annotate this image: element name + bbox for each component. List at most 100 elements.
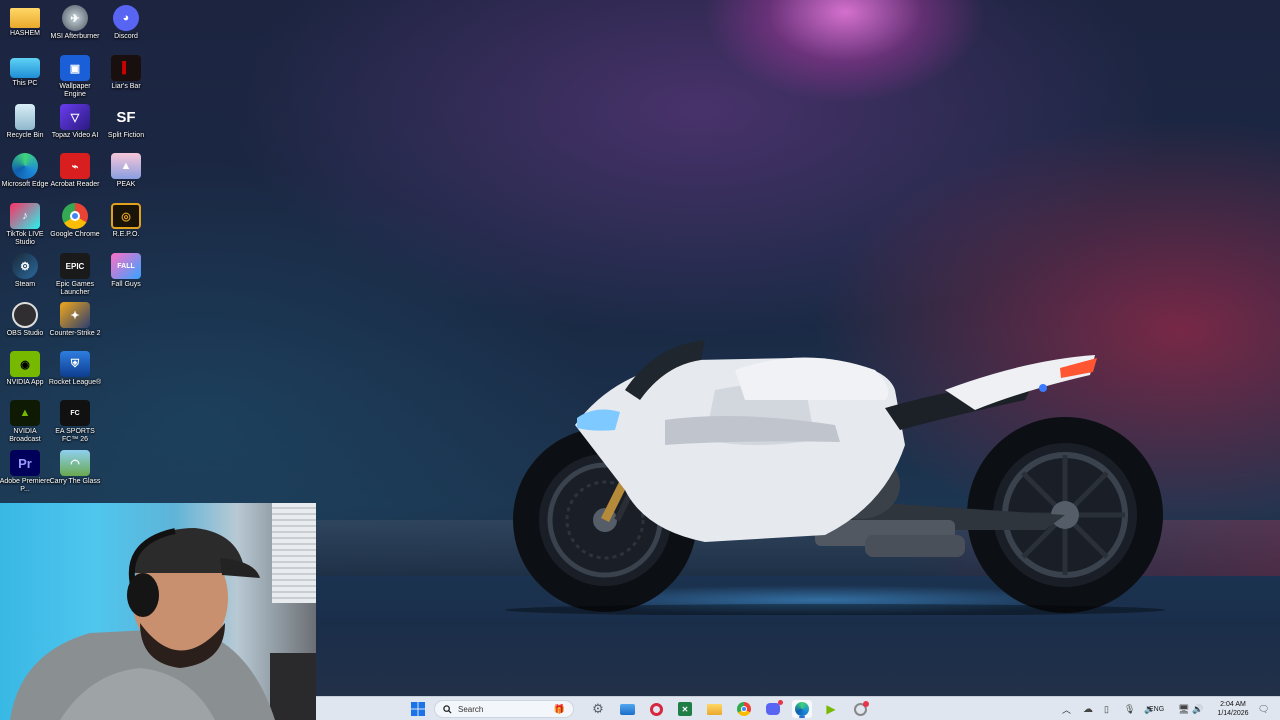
split-fiction-icon: SF: [116, 108, 136, 126]
taskbar-excel[interactable]: ✕: [675, 700, 695, 718]
steam-icon: ⚙: [12, 253, 38, 279]
taskbar-photos[interactable]: [617, 700, 637, 718]
taskbar-snipping-tool[interactable]: [850, 700, 870, 718]
desktop-icon-repo[interactable]: ◎ R.E.P.O.: [101, 203, 151, 251]
red-circle-app-icon: [649, 702, 663, 716]
topaz-video-ai-icon: ▽: [60, 104, 90, 130]
desktop-icon-nvidia-app[interactable]: ◉ NVIDIA App: [0, 351, 50, 399]
start-button[interactable]: [408, 700, 428, 718]
tray-microphone[interactable]: 🎙: [1124, 697, 1135, 720]
premiere-pro-icon: Pr: [10, 450, 40, 476]
desktop-icon-split-fiction[interactable]: SF Split Fiction: [101, 104, 151, 152]
this-pc-icon: [10, 58, 40, 78]
desktop-icon-ea-sports-fc[interactable]: FC EA SPORTS FC™ 26: [50, 400, 100, 448]
notification-icon: 🗨: [1258, 703, 1270, 714]
folder-icon: [706, 703, 722, 715]
taskbar-clock[interactable]: 2:04 AM 1/14/2026: [1208, 700, 1258, 718]
taskbar-discord[interactable]: [763, 700, 783, 718]
desktop-icon-topaz-video-ai[interactable]: ▽ Topaz Video AI: [50, 104, 100, 152]
discord-icon: [766, 700, 783, 715]
desktop-icon-acrobat-reader[interactable]: ⌁ Acrobat Reader: [50, 153, 100, 201]
taskbar: Search 🎁 ⚙ ✕ ▶ ︿ ☁ ▯ 🎙 🔈 ENG 🖥 🔊 2:04 AM…: [316, 696, 1280, 720]
speaker-icon: 🔊: [1192, 703, 1204, 714]
tray-usb[interactable]: ▯: [1104, 697, 1109, 720]
webcam-overlay: [0, 503, 316, 720]
wallpaper-engine-icon: ▣: [60, 55, 90, 81]
desktop-icon-steam[interactable]: ⚙ Steam: [0, 253, 50, 301]
windows-start-icon: [411, 702, 425, 716]
desktop-icon-liars-bar[interactable]: ▌ Liar's Bar: [101, 55, 151, 103]
desktop-icon-grid: HASHEM This PC Recycle Bin Microsoft Edg…: [0, 0, 160, 505]
carry-the-glass-icon: ◠: [60, 450, 90, 476]
edge-icon: [12, 153, 38, 179]
search-placeholder: Search: [458, 704, 484, 714]
desktop-icon-counter-strike[interactable]: ✦ Counter-Strike 2: [50, 302, 100, 350]
tray-speaker[interactable]: 🔊: [1192, 697, 1203, 720]
discord-icon: ◕: [113, 5, 139, 31]
photos-icon: [619, 703, 635, 715]
rocket-league-icon: ⛨: [60, 351, 90, 377]
folder-icon: [10, 8, 40, 28]
desktop-icon-microsoft-edge[interactable]: Microsoft Edge: [0, 153, 50, 201]
taskbar-nvidia-broadcast[interactable]: ▶: [821, 700, 841, 718]
search-box[interactable]: Search 🎁: [434, 700, 574, 718]
fall-guys-icon: FALL: [111, 253, 141, 279]
edge-icon: [795, 702, 809, 716]
chrome-icon: [737, 702, 751, 716]
excel-icon: ✕: [678, 702, 692, 716]
desktop-icon-google-chrome[interactable]: Google Chrome: [50, 203, 100, 251]
desktop-icon-nvidia-broadcast[interactable]: ▲ NVIDIA Broadcast: [0, 400, 50, 448]
usb-device-icon: ▯: [1104, 703, 1109, 714]
clock-date: 1/14/2026: [1217, 710, 1249, 717]
desktop-icon-discord[interactable]: ◕ Discord: [101, 5, 151, 53]
repo-icon: ◎: [111, 203, 141, 229]
desktop-icon-carry-the-glass[interactable]: ◠ Carry The Glass: [50, 450, 100, 498]
recycle-bin-icon: [15, 104, 35, 130]
acrobat-reader-icon: ⌁: [60, 153, 90, 179]
cloud-icon: ☁: [1083, 703, 1093, 715]
chevron-up-icon: ︿: [1062, 704, 1072, 715]
desktop-icon-peak[interactable]: ▲ PEAK: [101, 153, 151, 201]
clock-time: 2:04 AM: [1220, 701, 1246, 708]
desktop-icon-premiere-pro[interactable]: Pr Adobe Premiere P...: [0, 450, 50, 498]
tray-network[interactable]: 🖥: [1178, 697, 1189, 720]
search-highlight-icon: 🎁: [553, 704, 565, 714]
taskbar-file-explorer[interactable]: [704, 700, 724, 718]
desktop-icon-hashem[interactable]: HASHEM: [0, 5, 50, 53]
taskbar-red-app[interactable]: [646, 700, 666, 718]
nvidia-app-icon: ◉: [10, 351, 40, 377]
taskbar-edge[interactable]: [792, 700, 812, 718]
liars-bar-icon: ▌: [111, 55, 141, 81]
chrome-icon: [62, 203, 88, 229]
gear-icon: ⚙: [592, 701, 604, 716]
desktop-icon-recycle-bin[interactable]: Recycle Bin: [0, 104, 50, 152]
ea-sports-fc-icon: FC: [60, 400, 90, 426]
motorcycle-image: [505, 340, 1165, 615]
obs-studio-icon: [12, 302, 38, 328]
desktop-icon-msi-afterburner[interactable]: ✈ MSI Afterburner: [50, 5, 100, 53]
nvidia-broadcast-icon: ▲: [10, 400, 40, 426]
streamer-image: [10, 528, 316, 720]
tiktok-live-studio-icon: ♪: [10, 203, 40, 229]
peak-icon: ▲: [111, 153, 141, 179]
epic-games-icon: EPIC: [60, 253, 90, 279]
desktop-icon-fall-guys[interactable]: FALL Fall Guys: [101, 253, 151, 301]
nvidia-broadcast-icon: ▶: [826, 702, 836, 716]
counter-strike-icon: ✦: [60, 302, 90, 328]
tray-overflow-chevron[interactable]: ︿: [1062, 697, 1071, 720]
tray-onedrive[interactable]: ☁: [1083, 697, 1093, 720]
tray-language[interactable]: ENG: [1149, 697, 1164, 720]
msi-afterburner-icon: ✈: [62, 5, 88, 31]
search-icon: [443, 704, 452, 714]
tray-notifications[interactable]: 🗨: [1258, 697, 1269, 720]
desktop-icon-obs-studio[interactable]: OBS Studio: [0, 302, 50, 350]
taskbar-settings[interactable]: ⚙: [588, 700, 608, 718]
desktop-icon-wallpaper-engine[interactable]: ▣ Wallpaper Engine: [50, 55, 100, 103]
microphone-icon: 🎙: [1124, 703, 1136, 714]
desktop-icon-rocket-league[interactable]: ⛨ Rocket League®: [49, 351, 101, 399]
taskbar-chrome[interactable]: [734, 700, 754, 718]
desktop-icon-tiktok-live-studio[interactable]: ♪ TikTok LIVE Studio: [0, 203, 50, 251]
desktop-icon-this-pc[interactable]: This PC: [0, 55, 50, 103]
network-icon: 🖥: [1178, 703, 1190, 714]
desktop-icon-epic-games[interactable]: EPIC Epic Games Launcher: [50, 253, 100, 301]
